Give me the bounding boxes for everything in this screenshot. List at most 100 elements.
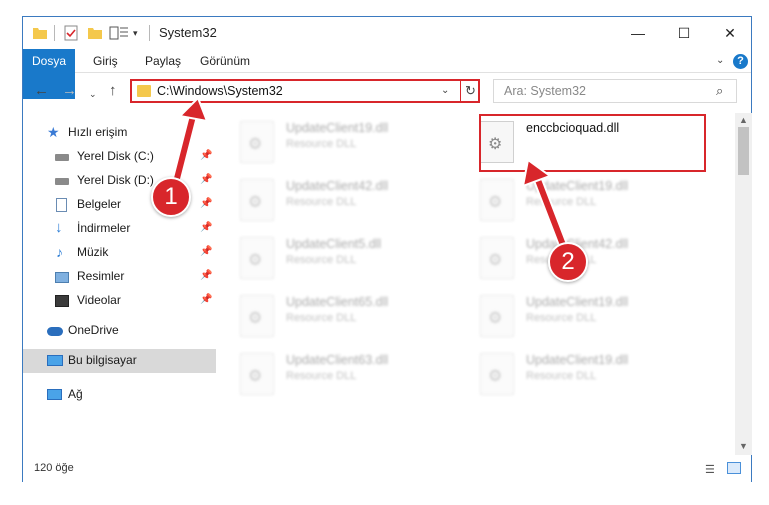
network-icon [47, 389, 62, 400]
refresh-button[interactable]: ↻ [465, 83, 476, 99]
pin-icon[interactable]: 📌 [200, 270, 212, 281]
dll-file-icon [480, 237, 514, 279]
file-type: Resource DLL [286, 196, 357, 208]
sidebar-item-label: OneDrive [68, 323, 119, 337]
tab-home[interactable]: Giriş [93, 49, 118, 73]
drive-icon [55, 178, 69, 185]
file-type: Resource DLL [286, 312, 357, 324]
file-name: UpdateClient19.dll [526, 353, 629, 367]
dll-file-icon [240, 353, 274, 395]
sidebar-item-music[interactable]: ♪ Müzik 📌 [23, 241, 216, 265]
scroll-thumb[interactable] [738, 127, 749, 175]
file-item[interactable]: UpdateClient65.dll Resource DLL [240, 291, 450, 341]
tab-share[interactable]: Paylaş [145, 49, 181, 73]
search-icon[interactable]: ⌕ [716, 83, 723, 99]
pin-icon[interactable]: 📌 [200, 246, 212, 257]
file-item[interactable]: UpdateClient5.dll Resource DLL [240, 233, 450, 283]
folder-icon[interactable] [32, 25, 48, 41]
sidebar-item-label: Müzik [77, 245, 109, 259]
scroll-down-icon[interactable]: ▼ [739, 441, 748, 451]
large-icons-view-icon[interactable] [727, 462, 741, 474]
separator [54, 25, 55, 41]
sidebar-item-onedrive[interactable]: OneDrive [23, 319, 216, 343]
file-name: UpdateClient5.dll [286, 237, 382, 251]
pin-icon[interactable]: 📌 [200, 294, 212, 305]
pin-icon[interactable]: 📌 [200, 198, 212, 209]
details-view-icon[interactable]: ☰ [705, 463, 715, 476]
file-name: UpdateClient19.dll [286, 121, 389, 135]
up-button[interactable]: ↑ [109, 82, 117, 100]
pictures-icon [55, 272, 69, 283]
sidebar-item-quick-access[interactable]: ★ Hızlı erişim [23, 121, 216, 145]
customize-view-icon[interactable] [109, 25, 129, 41]
cloud-icon [47, 327, 63, 336]
minimize-button[interactable]: — [615, 17, 661, 49]
sidebar-item-videos[interactable]: Videolar 📌 [23, 289, 216, 313]
help-icon[interactable]: ? [733, 54, 748, 69]
star-icon: ★ [47, 124, 60, 140]
computer-icon [47, 355, 63, 366]
quick-access-dropdown-icon[interactable]: ▾ [133, 25, 143, 41]
file-name: UpdateClient42.dll [286, 179, 389, 193]
address-bar[interactable]: C:\Windows\System32 ⌄ ↻ [130, 79, 480, 103]
ribbon-tabs: Dosya Giriş Paylaş Görünüm ⌄ ? [23, 49, 751, 99]
step-2-badge: 2 [548, 242, 588, 282]
sidebar-item-label: Yerel Disk (D:) [77, 173, 154, 187]
file-name: UpdateClient65.dll [286, 295, 389, 309]
new-folder-icon[interactable] [87, 25, 103, 41]
sidebar-item-label: Belgeler [77, 197, 122, 211]
pin-icon[interactable]: 📌 [200, 150, 212, 161]
step-1-badge: 1 [151, 177, 191, 217]
drive-icon [55, 154, 69, 161]
tab-view[interactable]: Görünüm [200, 49, 250, 73]
navigation-bar: ← → ⌄ ↑ C:\Windows\System32 ⌄ ↻ Ara: Sys… [23, 73, 751, 109]
pin-icon[interactable]: 📌 [200, 174, 212, 185]
properties-icon[interactable] [63, 25, 79, 41]
search-placeholder: Ara: System32 [504, 84, 586, 98]
dll-file-icon [480, 295, 514, 337]
file-item[interactable]: UpdateClient19.dll Resource DLL [480, 349, 690, 399]
document-icon [56, 198, 67, 212]
dll-file-icon [240, 179, 274, 221]
sidebar-item-label: İndirmeler [77, 221, 131, 235]
item-count: 120 öğe [34, 462, 74, 474]
address-text[interactable]: C:\Windows\System32 [157, 84, 283, 98]
sidebar-item-pictures[interactable]: Resimler 📌 [23, 265, 216, 289]
separator [149, 25, 150, 41]
search-input[interactable]: Ara: System32 ⌕ [493, 79, 737, 103]
file-item[interactable]: UpdateClient19.dll Resource DLL [240, 117, 450, 167]
file-type: Resource DLL [526, 196, 597, 208]
close-button[interactable]: ✕ [707, 17, 753, 49]
expand-ribbon-icon[interactable]: ⌄ [716, 49, 724, 73]
title-bar: ▾ System32 — ☐ ✕ [23, 17, 751, 49]
file-item[interactable]: UpdateClient19.dll Resource DLL [480, 175, 690, 225]
forward-button[interactable]: → [62, 82, 77, 100]
navigation-pane: ★ Hızlı erişim Yerel Disk (C:) 📌 Yerel D… [23, 113, 216, 455]
music-icon: ♪ [56, 244, 63, 260]
file-type: Resource DLL [526, 370, 597, 382]
sidebar-item-downloads[interactable]: ↓ İndirmeler 📌 [23, 217, 216, 241]
maximize-button[interactable]: ☐ [661, 17, 707, 49]
recent-locations-icon[interactable]: ⌄ [89, 85, 97, 103]
pin-icon[interactable]: 📌 [200, 222, 212, 233]
address-dropdown-icon[interactable]: ⌄ [441, 85, 449, 96]
sidebar-item-label: Resimler [77, 269, 125, 283]
sidebar-item-disk-c[interactable]: Yerel Disk (C:) 📌 [23, 145, 216, 169]
sidebar-item-label: Hızlı erişim [68, 125, 128, 139]
file-item[interactable]: UpdateClient19.dll Resource DLL [480, 291, 690, 341]
back-button[interactable]: ← [34, 82, 49, 100]
vertical-scrollbar[interactable]: ▲ ▼ [735, 113, 752, 455]
file-item[interactable]: UpdateClient42.dll Resource DLL [240, 175, 450, 225]
sidebar-item-this-pc[interactable]: Bu bilgisayar [23, 349, 216, 373]
video-icon [55, 295, 69, 307]
file-highlight-box [479, 114, 706, 172]
file-name: UpdateClient19.dll [526, 295, 629, 309]
file-type: Resource DLL [286, 138, 357, 150]
sidebar-item-network[interactable]: Ağ [23, 383, 216, 407]
file-name: UpdateClient63.dll [286, 353, 389, 367]
file-item[interactable]: UpdateClient63.dll Resource DLL [240, 349, 450, 399]
file-name: UpdateClient19.dll [526, 179, 629, 193]
sidebar-item-label: Videolar [77, 293, 121, 307]
status-bar: 120 öğe ☰ [23, 455, 751, 482]
scroll-up-icon[interactable]: ▲ [739, 115, 748, 125]
